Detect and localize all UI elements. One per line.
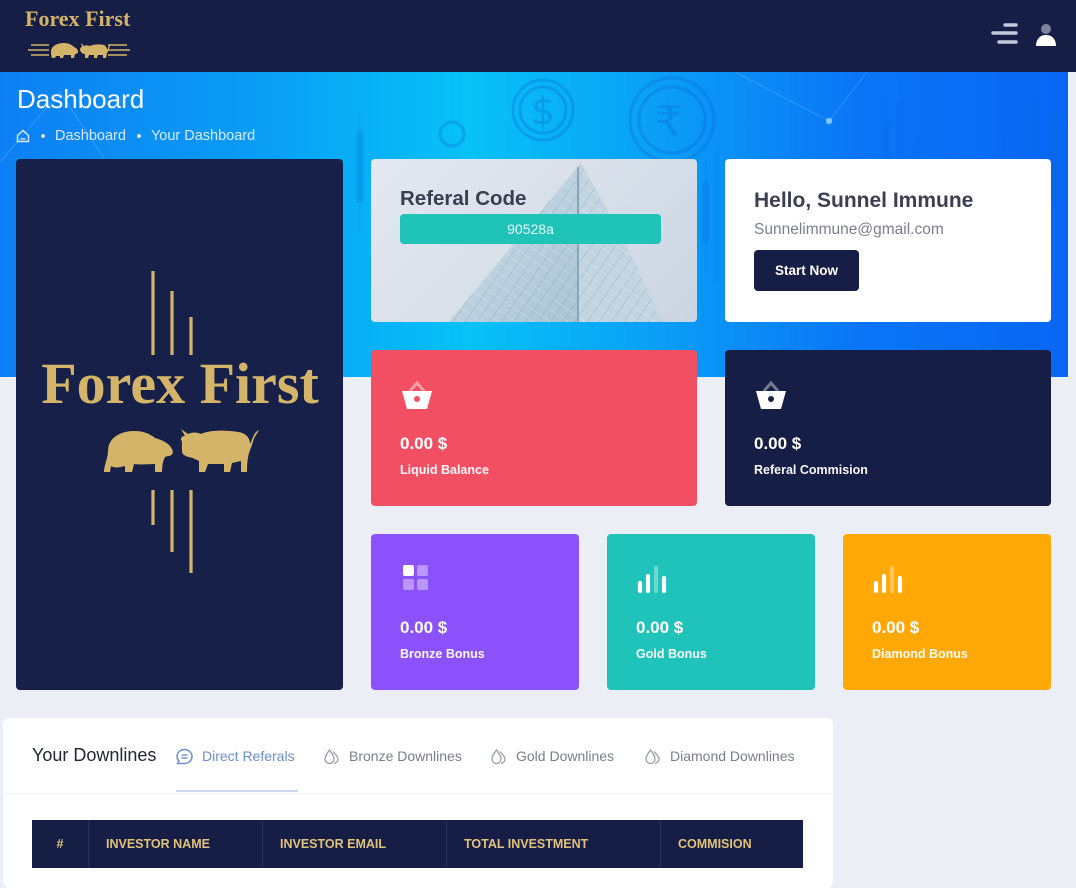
grid-icon <box>403 565 428 590</box>
hamburger-menu-icon[interactable] <box>986 18 1022 50</box>
tab-label: Direct Referals <box>202 748 295 764</box>
downlines-table: # INVESTOR NAME INVESTOR EMAIL TOTAL INV… <box>32 820 803 868</box>
referral-code-title: Referal Code <box>400 187 527 210</box>
bronze-bonus-value: 0.00 $ <box>400 618 448 637</box>
user-icon[interactable] <box>1032 20 1060 48</box>
column-header-number[interactable]: # <box>32 820 89 868</box>
tab-bronze-downlines[interactable]: Bronze Downlines <box>323 745 462 767</box>
referral-commission-label: Referal Commision <box>754 463 868 477</box>
tab-gold-downlines[interactable]: Gold Downlines <box>490 745 614 767</box>
table-header-row: # INVESTOR NAME INVESTOR EMAIL TOTAL INV… <box>32 820 803 868</box>
breadcrumb-separator <box>41 134 45 138</box>
referral-code-value[interactable]: 90528a <box>400 214 661 244</box>
liquid-balance-card: 0.00 $ Liquid Balance <box>371 350 697 506</box>
breadcrumb: Dashboard Your Dashboard <box>16 127 255 145</box>
referral-code-card: Referal Code 90528a <box>371 159 697 322</box>
column-header-total-investment[interactable]: TOTAL INVESTMENT <box>446 820 661 868</box>
bar-chart-icon <box>637 565 667 594</box>
tab-label: Gold Downlines <box>516 748 615 764</box>
top-navbar: Forex First <box>0 0 1076 72</box>
referral-commission-value: 0.00 $ <box>754 434 802 453</box>
drops-icon <box>324 748 339 764</box>
logo-card-text: Forex First <box>41 351 319 416</box>
breadcrumb-current: Your Dashboard <box>150 128 256 144</box>
breadcrumb-dashboard-link[interactable]: Dashboard <box>55 128 126 144</box>
referral-commission-card: 0.00 $ Referal Commision <box>725 350 1051 506</box>
liquid-balance-value: 0.00 $ <box>400 434 448 453</box>
column-header-commision[interactable]: COMMISION <box>660 820 803 868</box>
bull-bear-icon <box>104 429 259 472</box>
diamond-bonus-card: 0.00 $ Diamond Bonus <box>843 534 1051 690</box>
gold-bonus-label: Gold Bonus <box>636 647 707 661</box>
tab-diamond-downlines[interactable]: Diamond Downlines <box>644 745 795 767</box>
tab-label: Bronze Downlines <box>349 748 462 764</box>
tab-direct-referals[interactable]: Direct Referals <box>176 745 295 767</box>
chat-icon <box>176 748 193 764</box>
brand-logo-text[interactable]: Forex First <box>25 6 130 32</box>
bar-chart-icon <box>873 565 903 594</box>
svg-text:₹: ₹ <box>655 97 682 146</box>
downlines-panel: Your Downlines Direct Referals Bronze Do… <box>3 718 833 888</box>
greeting-text: Hello, Sunnel Immune <box>754 189 974 212</box>
drops-icon <box>491 748 506 764</box>
user-email: Sunnelimmune@gmail.com <box>754 221 944 238</box>
bull-bear-logo-icon <box>28 43 130 58</box>
gold-bonus-card: 0.00 $ Gold Bonus <box>607 534 815 690</box>
breadcrumb-separator <box>136 134 141 138</box>
gold-bonus-value: 0.00 $ <box>636 618 684 637</box>
svg-text:$: $ <box>531 89 555 133</box>
basket-icon <box>402 380 432 409</box>
liquid-balance-label: Liquid Balance <box>400 463 489 477</box>
diamond-bonus-value: 0.00 $ <box>872 618 920 637</box>
tab-label: Diamond Downlines <box>670 748 795 764</box>
drops-icon <box>645 748 660 764</box>
brand-logo-card: Forex First <box>16 159 343 690</box>
page-title: Dashboard <box>17 84 145 114</box>
diamond-bonus-label: Diamond Bonus <box>872 647 968 661</box>
welcome-card: Hello, Sunnel Immune Sunnelimmune@gmail.… <box>725 159 1051 322</box>
tabs-divider <box>3 793 833 794</box>
column-header-investor-email[interactable]: INVESTOR EMAIL <box>262 820 447 868</box>
active-tab-indicator <box>176 790 298 792</box>
start-now-button[interactable]: Start Now <box>754 250 859 291</box>
bronze-bonus-card: 0.00 $ Bronze Bonus <box>371 534 579 690</box>
bronze-bonus-label: Bronze Bonus <box>400 647 485 661</box>
basket-icon <box>756 380 786 409</box>
downlines-title: Your Downlines <box>32 745 157 765</box>
forex-first-logo-graphic: Forex First <box>41 271 319 573</box>
home-icon[interactable] <box>16 129 30 143</box>
column-header-investor-name[interactable]: INVESTOR NAME <box>88 820 263 868</box>
